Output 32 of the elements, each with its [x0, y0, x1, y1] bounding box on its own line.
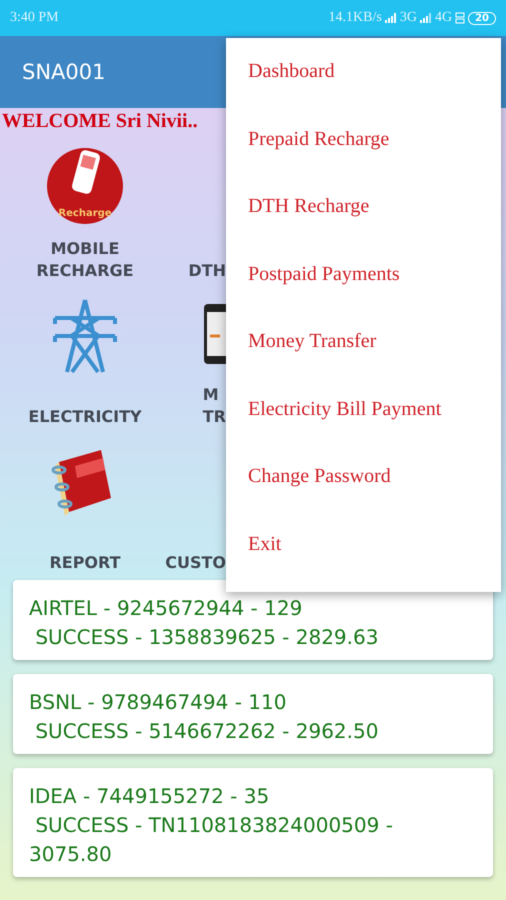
transaction-summary: IDEA - 7449155272 - 35 — [29, 783, 270, 810]
signal-icon — [384, 13, 397, 23]
welcome-message: WELCOME Sri Nivii.. — [1, 109, 199, 134]
tile-label[interactable]: REPORT — [49, 552, 121, 574]
tile-label[interactable]: ELECTRICITY — [28, 406, 142, 428]
app-title: SNA001 — [22, 60, 106, 84]
menu-item[interactable]: Change Password — [226, 449, 501, 516]
tile-label[interactable]: DTH — [188, 260, 226, 282]
menu-item[interactable]: Prepaid Recharge — [226, 112, 501, 179]
network-type: 3G — [400, 10, 417, 26]
network-speed: 14.1KB/s — [328, 10, 382, 26]
tile-label[interactable]: MOBILE RECHARGE — [36, 238, 134, 282]
volte-icon — [455, 12, 466, 24]
menu-item[interactable]: Postpaid Payments — [226, 246, 501, 314]
tile-label[interactable]: CUSTO — [165, 552, 226, 574]
transaction-status: SUCCESS - 5146672262 - 2962.50 — [34, 718, 380, 745]
transaction-status: SUCCESS - TN1108183824000509 - 3075.80 — [29, 812, 394, 868]
transaction-summary: BSNL - 9789467494 - 110 — [29, 689, 288, 716]
menu-item[interactable]: Money Transfer — [226, 314, 501, 382]
transaction-status: SUCCESS - 1358839625 - 2829.63 — [34, 624, 380, 651]
transaction-card[interactable]: AIRTEL - 9245672944 - 129 SUCCESS - 1358839625 - 2829.63 — [13, 580, 493, 660]
battery-indicator: 20 — [468, 12, 496, 24]
transaction-card[interactable]: IDEA - 7449155272 - 35 SUCCESS - TN1108183824000509 - 3075.80 — [13, 768, 493, 877]
network-type: 4G — [434, 10, 452, 26]
menu-item[interactable]: Dashboard — [226, 44, 501, 112]
tile-label[interactable]: M TR — [202, 384, 226, 428]
signal-icon — [420, 13, 432, 23]
transaction-summary: AIRTEL - 9245672944 - 129 — [29, 595, 304, 622]
menu-item[interactable]: DTH Recharge — [226, 179, 501, 246]
transaction-card[interactable]: BSNL - 9789467494 - 110 SUCCESS - 5146672262 - 2962.50 — [13, 674, 493, 754]
menu-item[interactable]: Electricity Bill Payment — [226, 382, 501, 449]
clock: 3:40 PM — [10, 10, 59, 26]
